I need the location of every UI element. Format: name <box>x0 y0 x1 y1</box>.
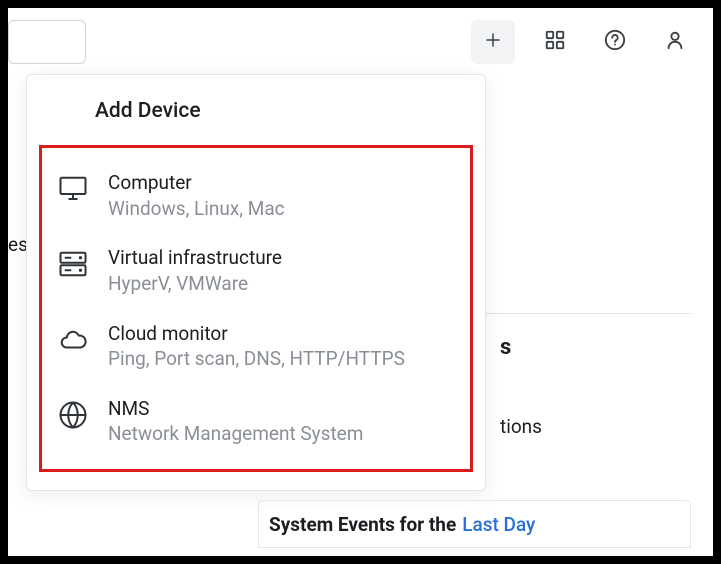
option-title: Virtual infrastructure <box>108 245 282 271</box>
option-cloud-monitor[interactable]: Cloud monitor Ping, Port scan, DNS, HTTP… <box>56 309 456 384</box>
option-subtitle: Ping, Port scan, DNS, HTTP/HTTPS <box>108 346 405 372</box>
option-nms[interactable]: NMS Network Management System <box>56 384 456 459</box>
option-subtitle: Windows, Linux, Mac <box>108 196 285 222</box>
divider <box>486 313 691 314</box>
help-icon <box>604 29 626 55</box>
device-options-highlight: Computer Windows, Linux, Mac Virtual inf… <box>39 145 473 472</box>
topbar <box>8 20 695 64</box>
system-events-range-link[interactable]: Last Day <box>462 513 535 536</box>
system-events-label: System Events for the <box>269 513 456 536</box>
system-events-header[interactable]: System Events for the Last Day <box>258 500 691 548</box>
option-virtual-infrastructure[interactable]: Virtual infrastructure HyperV, VMWare <box>56 233 456 308</box>
help-button[interactable] <box>595 22 635 62</box>
panel-title: Add Device <box>95 99 201 123</box>
computer-icon <box>58 174 88 204</box>
obscured-text: s <box>500 335 511 360</box>
cloud-icon <box>58 325 88 355</box>
option-title: Cloud monitor <box>108 321 405 347</box>
option-computer[interactable]: Computer Windows, Linux, Mac <box>56 158 456 233</box>
server-icon <box>58 249 88 279</box>
add-device-panel: Add Device Computer Windows, Linux, Mac … <box>26 74 486 491</box>
panel-header: Add Device <box>27 99 485 145</box>
add-button[interactable] <box>471 20 515 64</box>
grid-icon <box>544 29 566 55</box>
option-subtitle: HyperV, VMWare <box>108 271 282 297</box>
option-title: Computer <box>108 170 285 196</box>
option-title: NMS <box>108 396 363 422</box>
obscured-text: tions <box>500 415 542 438</box>
apps-button[interactable] <box>535 22 575 62</box>
account-button[interactable] <box>655 22 695 62</box>
app-frame: es s tions Add Device Computer Windows, … <box>8 8 713 556</box>
plus-icon <box>484 31 502 53</box>
user-icon <box>664 29 686 55</box>
back-button[interactable] <box>55 100 77 122</box>
option-subtitle: Network Management System <box>108 421 363 447</box>
globe-icon <box>58 400 88 430</box>
obscured-text: es <box>8 233 28 256</box>
